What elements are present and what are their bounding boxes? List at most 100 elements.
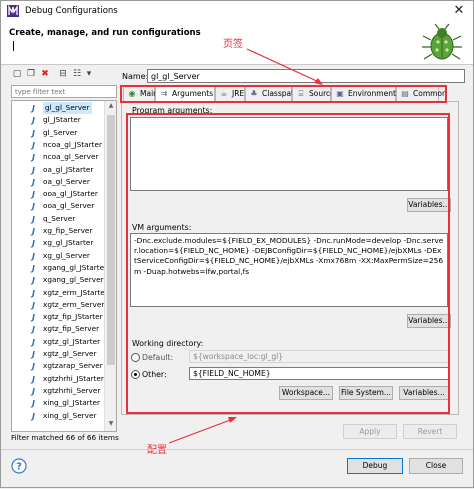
java-app-icon: J (32, 104, 35, 113)
tree-item[interactable]: Jxgtz_erm_JStarter (12, 287, 104, 299)
java-app-icon: J (32, 325, 35, 335)
tree-item[interactable]: Joa_gl_Server (12, 176, 104, 188)
java-app-icon: J (32, 337, 35, 347)
java-app-icon: J (32, 153, 35, 163)
tree-item-label: xgtz_fip_JStarter (43, 312, 103, 322)
filter-input[interactable] (11, 85, 117, 98)
help-icon[interactable]: ? (11, 458, 27, 474)
java-app-icon: J (32, 128, 35, 138)
duplicate-config-icon[interactable]: ❐ (25, 68, 37, 80)
close-button[interactable]: Close (409, 458, 463, 474)
annotation-tabs-note: 页签 (223, 39, 243, 50)
filter-status: Filter matched 66 of 66 items (11, 433, 119, 442)
tree-item[interactable]: Jxg_fip_Server (12, 225, 104, 237)
java-app-icon: J (32, 239, 35, 249)
java-app-icon: J (32, 399, 35, 409)
tree-item-label: gl_JStarter (43, 115, 81, 125)
java-app-icon: J (32, 288, 35, 298)
window-close-icon[interactable]: ✕ (451, 3, 467, 19)
tree-item-label: oa_gl_Server (43, 176, 90, 186)
tree-item[interactable]: Jgl_gl_Server (12, 102, 104, 114)
tree-item-label: ncoa_gl_Server (43, 152, 99, 162)
tree-item-label: xing_gl_Server (43, 410, 97, 420)
tree-item-label: xgang_gl_Server (43, 275, 104, 285)
tree-item-label: xg_gl_JStarter (43, 238, 94, 248)
config-name-field[interactable] (147, 69, 465, 83)
tree-item[interactable]: Jxgtzhrhi_JStarter (12, 373, 104, 385)
tree-item-label: ooa_gl_Server (43, 201, 95, 211)
java-app-icon: J (32, 411, 35, 421)
tree-item-label: xg_fip_Server (43, 226, 93, 235)
tree-item[interactable]: Jxgang_gl_JStarter (12, 262, 104, 274)
tree-item[interactable]: Jxgtzarap_Server (12, 360, 104, 372)
tree-item[interactable]: Jxgtz_gl_JStarter (12, 336, 104, 348)
dialog-header: Create, manage, and run configurations 页… (1, 21, 473, 65)
java-app-icon: J (32, 165, 35, 175)
new-config-icon[interactable]: ▢ (11, 68, 23, 80)
tree-item[interactable]: Jooa_gl_Server (12, 200, 104, 212)
tabs-highlight-box (120, 85, 447, 103)
configuration-list-panel: ▢ ❐ ✖ ⊟ ☷ ▾ Jgl_gl_ServerJgl_JStarterJgl… (9, 67, 119, 447)
java-app-icon: J (32, 190, 35, 200)
tree-item-label: gl_gl_Server (43, 102, 92, 114)
revert-button[interactable]: Revert (403, 424, 457, 439)
config-highlight-box (126, 113, 450, 414)
tree-item[interactable]: Joa_gl_JStarter (12, 164, 104, 176)
tree-item[interactable]: Jgl_JStarter (12, 114, 104, 126)
tree-scrollbar[interactable]: ▲ ▼ (104, 101, 116, 431)
tree-item[interactable]: Jxg_gl_JStarter (12, 237, 104, 249)
tree-item-label: xgtz_erm_Server (43, 299, 104, 309)
window-title: Debug Configurations (25, 6, 118, 16)
collapse-all-icon[interactable]: ⊟ (57, 68, 69, 80)
java-app-icon: J (32, 263, 35, 273)
scroll-down-icon[interactable]: ▼ (107, 420, 115, 430)
tree-item[interactable]: Jxing_gl_JStarter (12, 397, 104, 409)
tree-item[interactable]: Jncoa_gl_Server (12, 151, 104, 163)
java-app-icon: J (32, 214, 35, 224)
tree-item[interactable]: Jxgtz_gl_Server (12, 348, 104, 360)
tree-item[interactable]: Jncoa_gl_JStarter (12, 139, 104, 151)
footer-divider (1, 449, 473, 450)
scroll-up-icon[interactable]: ▲ (107, 102, 115, 112)
tree-item-label: xg_gl_Server (43, 250, 90, 260)
java-app-icon: J (32, 276, 35, 286)
tree-item-label: xgtzhrhi_Server (43, 385, 101, 395)
apply-button[interactable]: Apply (343, 424, 397, 439)
java-app-icon: J (32, 374, 35, 384)
list-toolbar: ▢ ❐ ✖ ⊟ ☷ ▾ (9, 67, 119, 83)
java-app-icon: J (32, 362, 35, 372)
tree-item-label: xgang_gl_JStarter (43, 262, 104, 272)
scroll-thumb[interactable] (107, 115, 115, 365)
tree-item[interactable]: Jxgtz_fip_JStarter (12, 311, 104, 323)
tree-item-label: xgtz_gl_JStarter (43, 336, 101, 346)
tree-item[interactable]: Jxgtz_erm_Server (12, 299, 104, 311)
tree-item[interactable]: Jooa_gl_JStarter (12, 188, 104, 200)
debug-configurations-window: Debug Configurations ✕ Create, manage, a… (0, 0, 474, 488)
title-bar: Debug Configurations ✕ (1, 1, 473, 21)
debug-bug-icon (422, 23, 462, 60)
text-caret (13, 41, 14, 51)
java-app-icon: J (32, 386, 35, 396)
tree-item[interactable]: Jxg_gl_Server (12, 250, 104, 262)
java-app-icon: J (32, 251, 35, 261)
java-app-icon: J (32, 350, 35, 359)
java-app-icon: J (32, 227, 35, 236)
tree-item-label: ncoa_gl_JStarter (43, 139, 102, 149)
view-menu-icon[interactable]: ▾ (83, 68, 95, 80)
configuration-tree: Jgl_gl_Server Jgl_JStarter Jgl_Server Jncoa… (11, 100, 117, 432)
tree-item[interactable]: Jgl_Server (12, 127, 104, 139)
tree-item-label: q_Server (43, 213, 76, 223)
filter-config-icon[interactable]: ☷ (71, 68, 83, 80)
java-app-icon: J (32, 140, 35, 150)
svg-text:?: ? (16, 462, 22, 473)
java-app-icon: J (32, 177, 35, 187)
tree-item[interactable]: Jxgang_gl_Server (12, 274, 104, 286)
tree-item[interactable]: Jxgtzhrhi_Server (12, 385, 104, 397)
delete-config-icon[interactable]: ✖ (39, 68, 51, 80)
tree-item[interactable]: Jxing_gl_Server (12, 410, 104, 422)
debug-button[interactable]: Debug (347, 458, 403, 474)
tree-item[interactable]: Jq_Server (12, 213, 104, 225)
tree-item-label: xing_gl_JStarter (43, 398, 101, 408)
tree-item[interactable]: Jxgtz_fip_Server (12, 323, 104, 335)
tree-item-label: xgtzarap_Server (43, 361, 103, 371)
